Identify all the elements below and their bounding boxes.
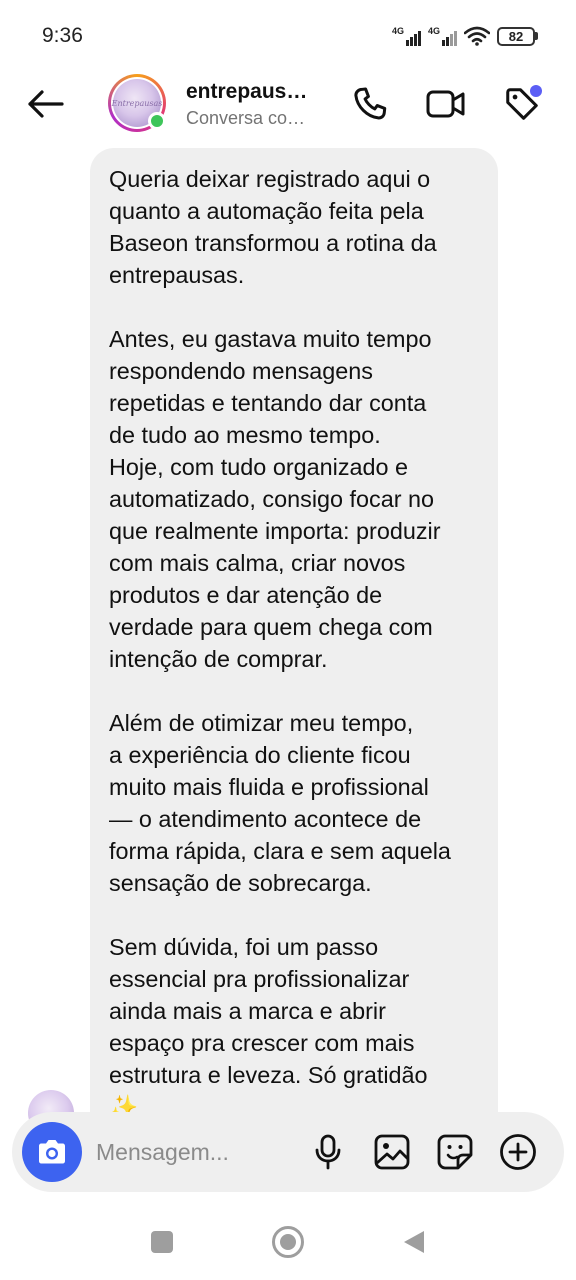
message-paragraph: Antes, eu gastava muito tempo respondendo… <box>109 323 498 675</box>
message-paragraph: Queria deixar registrado aqui o quanto a … <box>109 163 498 291</box>
message-line: — o atendimento acontece de <box>109 806 422 832</box>
status-bar: 9:36 4G 4G 82 <box>0 0 576 70</box>
message-line: entrepausas. <box>109 262 245 288</box>
message-line: muito mais fluida e profissional <box>109 774 429 800</box>
back-icon <box>404 1231 424 1253</box>
message-line: com mais calma, criar novos <box>109 550 406 576</box>
sticker-icon <box>437 1134 473 1170</box>
gallery-icon <box>374 1134 410 1170</box>
message-line: Sem dúvida, foi um passo <box>109 934 379 960</box>
home-button[interactable] <box>268 1222 308 1262</box>
message-line: quanto a automação feita pela <box>109 198 424 224</box>
message-line: Queria deixar registrado aqui o <box>109 166 431 192</box>
system-back-button[interactable] <box>394 1222 434 1262</box>
message-line: Antes, eu gastava muito tempo <box>109 326 432 352</box>
sticker-button[interactable] <box>435 1132 475 1172</box>
message-line: Além de otimizar meu tempo, <box>109 710 414 736</box>
phone-icon <box>354 87 387 120</box>
message-input[interactable] <box>96 1132 296 1172</box>
voice-message-button[interactable] <box>308 1132 348 1172</box>
gallery-button[interactable] <box>372 1132 412 1172</box>
message-line: Baseon transformou a rotina da <box>109 230 437 256</box>
message-bubble[interactable]: Queria deixar registrado aqui o quanto a … <box>90 148 498 1148</box>
plus-icon <box>500 1134 536 1170</box>
signal-icon-2: 4G <box>428 26 457 46</box>
back-arrow-icon <box>28 90 64 118</box>
message-line: intenção de comprar. <box>109 646 328 672</box>
system-navigation-bar <box>0 1200 576 1280</box>
recents-button[interactable] <box>142 1222 182 1262</box>
message-text: Queria deixar registrado aqui o quanto a … <box>109 163 498 1123</box>
message-line: espaço pra crescer com mais <box>109 1030 415 1056</box>
message-line: sensação de sobrecarga. <box>109 870 372 896</box>
battery-icon: 82 <box>497 26 538 46</box>
chat-header: Entrepausas entrepaus… Conversa co… <box>0 70 576 140</box>
message-line: respondendo mensagens <box>109 358 373 384</box>
call-button[interactable] <box>348 82 392 126</box>
message-line: verdade para quem chega com <box>109 614 433 640</box>
notification-dot <box>530 85 542 97</box>
message-line: de tudo ao mesmo tempo. <box>109 422 381 448</box>
message-line: a experiência do cliente ficou <box>109 742 411 768</box>
contact-name[interactable]: entrepaus… <box>186 80 307 104</box>
home-icon <box>272 1226 304 1258</box>
message-paragraph: Sem dúvida, foi um passo essencial pra pr… <box>109 931 498 1123</box>
message-paragraph: Além de otimizar meu tempo, a experiência… <box>109 707 498 899</box>
camera-icon <box>39 1140 65 1164</box>
message-line: produtos e dar atenção de <box>109 582 383 608</box>
camera-button[interactable] <box>22 1122 82 1182</box>
contact-subtitle: Conversa co… <box>186 108 306 128</box>
microphone-icon <box>315 1134 341 1170</box>
chat-screen: 9:36 4G 4G 82 Entrepausas entrepaus… Con… <box>0 0 576 1280</box>
status-time: 9:36 <box>42 24 83 47</box>
message-composer <box>12 1112 564 1192</box>
message-line: forma rápida, clara e sem aquela <box>109 838 451 864</box>
online-status-dot <box>148 112 166 130</box>
message-line: automatizado, consigo focar no <box>109 486 435 512</box>
message-line: repetidas e tentando dar conta <box>109 390 427 416</box>
message-line: Hoje, com tudo organizado e <box>109 454 409 480</box>
back-button[interactable] <box>22 84 68 124</box>
wifi-icon <box>464 26 490 46</box>
message-line: que realmente importa: produzir <box>109 518 441 544</box>
status-icons: 4G 4G 82 <box>392 24 538 48</box>
message-line: ainda mais a marca e abrir <box>109 998 386 1024</box>
video-call-button[interactable] <box>424 82 468 126</box>
battery-level: 82 <box>497 26 535 46</box>
more-options-button[interactable] <box>498 1132 538 1172</box>
message-line: essencial pra profissionalizar <box>109 966 410 992</box>
tag-button[interactable] <box>500 82 544 126</box>
message-line: estrutura e leveza. Só gratidão <box>109 1062 428 1088</box>
recents-icon <box>151 1231 173 1253</box>
signal-icon: 4G <box>392 26 421 46</box>
video-camera-icon <box>426 90 465 118</box>
contact-avatar[interactable]: Entrepausas <box>108 74 166 132</box>
